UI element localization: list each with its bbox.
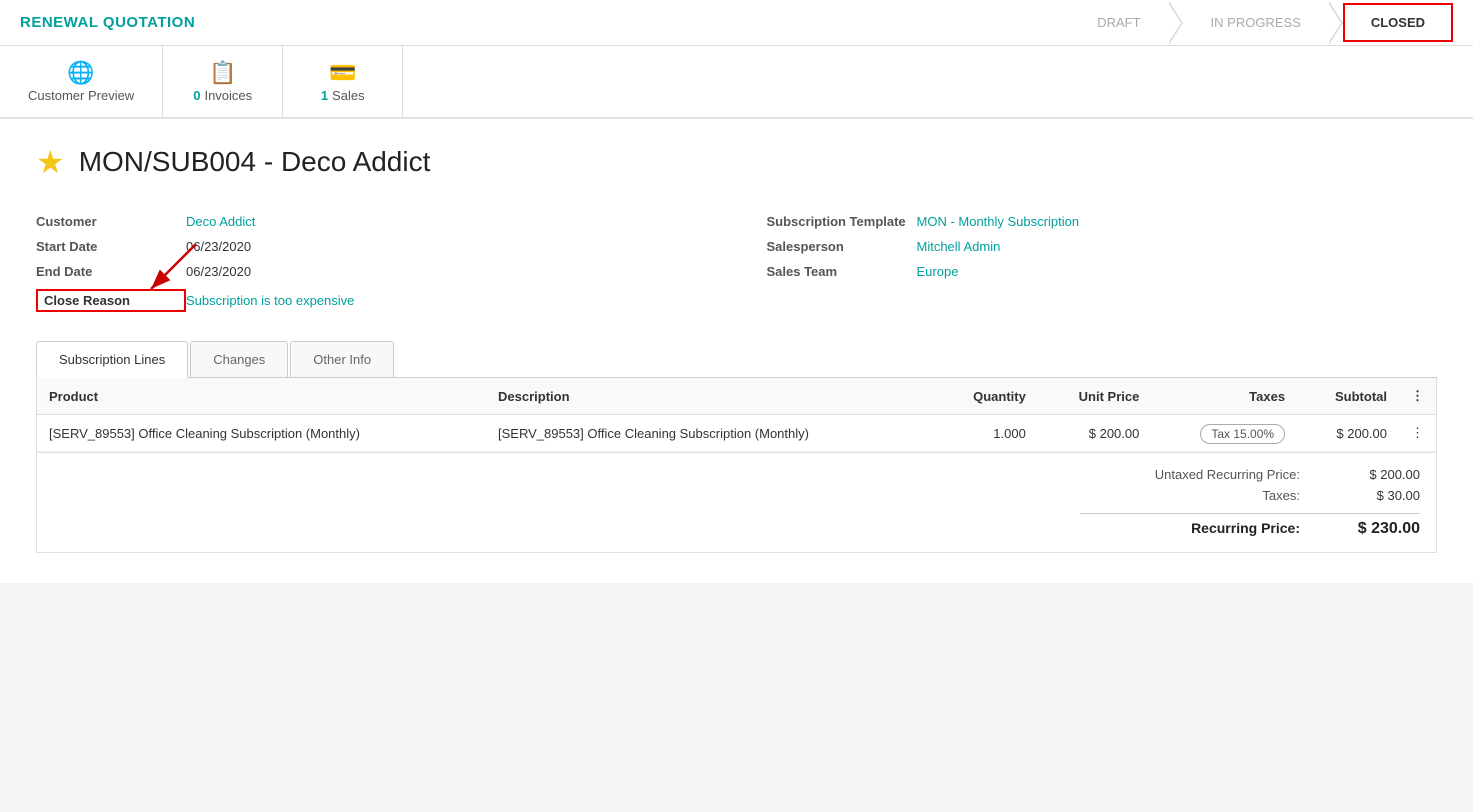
start-date-label: Start Date	[36, 239, 186, 254]
taxes-total-row: Taxes: $ 30.00	[1080, 488, 1420, 503]
table-header-row: Product Description Quantity Unit Price …	[37, 378, 1436, 415]
invoices-label: Invoices	[204, 88, 252, 103]
start-date-value: 06/23/2020	[186, 239, 251, 254]
untaxed-label: Untaxed Recurring Price:	[1080, 467, 1300, 482]
status-in-progress: IN PROGRESS	[1183, 3, 1329, 42]
end-date-value: 06/23/2020	[186, 264, 251, 279]
row-product: [SERV_89553] Office Cleaning Subscriptio…	[37, 415, 486, 452]
col-taxes: Taxes	[1151, 378, 1297, 415]
salesperson-label: Salesperson	[767, 239, 917, 254]
customer-preview-label: Customer Preview	[28, 88, 134, 103]
field-sales-team: Sales Team Europe	[767, 259, 1438, 284]
customer-preview-button[interactable]: 🌐 Customer Preview	[0, 46, 163, 117]
record-name: MON/SUB004 - Deco Addict	[79, 146, 431, 178]
field-end-date: End Date 06/23/2020	[36, 259, 707, 284]
field-salesperson: Salesperson Mitchell Admin	[767, 234, 1438, 259]
end-date-label: End Date	[36, 264, 186, 279]
tab-other-info[interactable]: Other Info	[290, 341, 394, 377]
sales-count: 1	[321, 88, 328, 103]
untaxed-value: $ 200.00	[1340, 467, 1420, 482]
field-close-reason: Close Reason Subscription is too expensi…	[36, 284, 707, 317]
untaxed-total-row: Untaxed Recurring Price: $ 200.00	[1080, 467, 1420, 482]
field-start-date: Start Date 06/23/2020	[36, 234, 707, 259]
invoices-count: 0	[193, 88, 200, 103]
customer-value[interactable]: Deco Addict	[186, 214, 255, 229]
row-menu-icon[interactable]: ⋮	[1399, 415, 1436, 452]
sales-icon: 💳	[329, 60, 356, 86]
col-unit-price: Unit Price	[1038, 378, 1152, 415]
status-draft: DRAFT	[1069, 3, 1168, 42]
form-grid: Customer Deco Addict Start Date 06/23/20…	[36, 209, 1437, 317]
tabs: Subscription Lines Changes Other Info	[36, 341, 1437, 378]
tax-badge: Tax 15.00%	[1200, 424, 1285, 444]
globe-icon: 🌐	[67, 60, 94, 86]
customer-label: Customer	[36, 214, 186, 229]
subscription-template-value[interactable]: MON - Monthly Subscription	[917, 214, 1080, 229]
fields-left: Customer Deco Addict Start Date 06/23/20…	[36, 209, 707, 317]
subscription-lines-table: Product Description Quantity Unit Price …	[37, 378, 1436, 452]
recurring-price-row: Recurring Price: $ 230.00	[1080, 513, 1420, 538]
recurring-label: Recurring Price:	[1080, 520, 1300, 536]
status-arrow-inner-inprogress	[1328, 3, 1341, 43]
row-taxes: Tax 15.00%	[1151, 415, 1297, 452]
row-unit-price: $ 200.00	[1038, 415, 1152, 452]
subscription-lines-table-section: Product Description Quantity Unit Price …	[36, 378, 1437, 553]
invoices-button[interactable]: 📋 0 Invoices	[163, 46, 283, 117]
field-subscription-template: Subscription Template MON - Monthly Subs…	[767, 209, 1438, 234]
sales-label: Sales	[332, 88, 365, 103]
col-description: Description	[486, 378, 935, 415]
row-quantity: 1.000	[935, 415, 1038, 452]
tab-changes[interactable]: Changes	[190, 341, 288, 377]
sales-team-value[interactable]: Europe	[917, 264, 959, 279]
status-bar: DRAFT IN PROGRESS CLOSED	[1069, 3, 1453, 42]
subscription-template-label: Subscription Template	[767, 214, 917, 229]
row-subtotal: $ 200.00	[1297, 415, 1399, 452]
taxes-label: Taxes:	[1080, 488, 1300, 503]
col-menu-icon[interactable]: ⋮	[1399, 378, 1436, 415]
tab-subscription-lines[interactable]: Subscription Lines	[36, 341, 188, 378]
status-closed: CLOSED	[1343, 3, 1453, 42]
field-customer: Customer Deco Addict	[36, 209, 707, 234]
table-row: [SERV_89553] Office Cleaning Subscriptio…	[37, 415, 1436, 452]
row-description: [SERV_89553] Office Cleaning Subscriptio…	[486, 415, 935, 452]
col-subtotal: Subtotal	[1297, 378, 1399, 415]
page-title: RENEWAL QUOTATION	[20, 14, 195, 31]
col-product: Product	[37, 378, 486, 415]
status-arrow-inner-draft	[1168, 3, 1181, 43]
main-content: ★ MON/SUB004 - Deco Addict Customer Deco…	[0, 118, 1473, 583]
sales-button[interactable]: 💳 1 Sales	[283, 46, 403, 117]
invoices-icon: 📋	[209, 60, 236, 86]
salesperson-value[interactable]: Mitchell Admin	[917, 239, 1001, 254]
favorite-star-icon[interactable]: ★	[36, 143, 65, 181]
top-bar: RENEWAL QUOTATION DRAFT IN PROGRESS CLOS…	[0, 0, 1473, 46]
totals-section: Untaxed Recurring Price: $ 200.00 Taxes:…	[37, 452, 1436, 552]
sales-team-label: Sales Team	[767, 264, 917, 279]
close-reason-value[interactable]: Subscription is too expensive	[186, 293, 354, 308]
record-title-row: ★ MON/SUB004 - Deco Addict	[36, 143, 1437, 181]
fields-right: Subscription Template MON - Monthly Subs…	[767, 209, 1438, 317]
close-reason-label: Close Reason	[36, 289, 186, 312]
col-quantity: Quantity	[935, 378, 1038, 415]
taxes-value: $ 30.00	[1340, 488, 1420, 503]
recurring-value: $ 230.00	[1340, 520, 1420, 538]
action-bar: 🌐 Customer Preview 📋 0 Invoices 💳 1 Sale…	[0, 46, 1473, 118]
